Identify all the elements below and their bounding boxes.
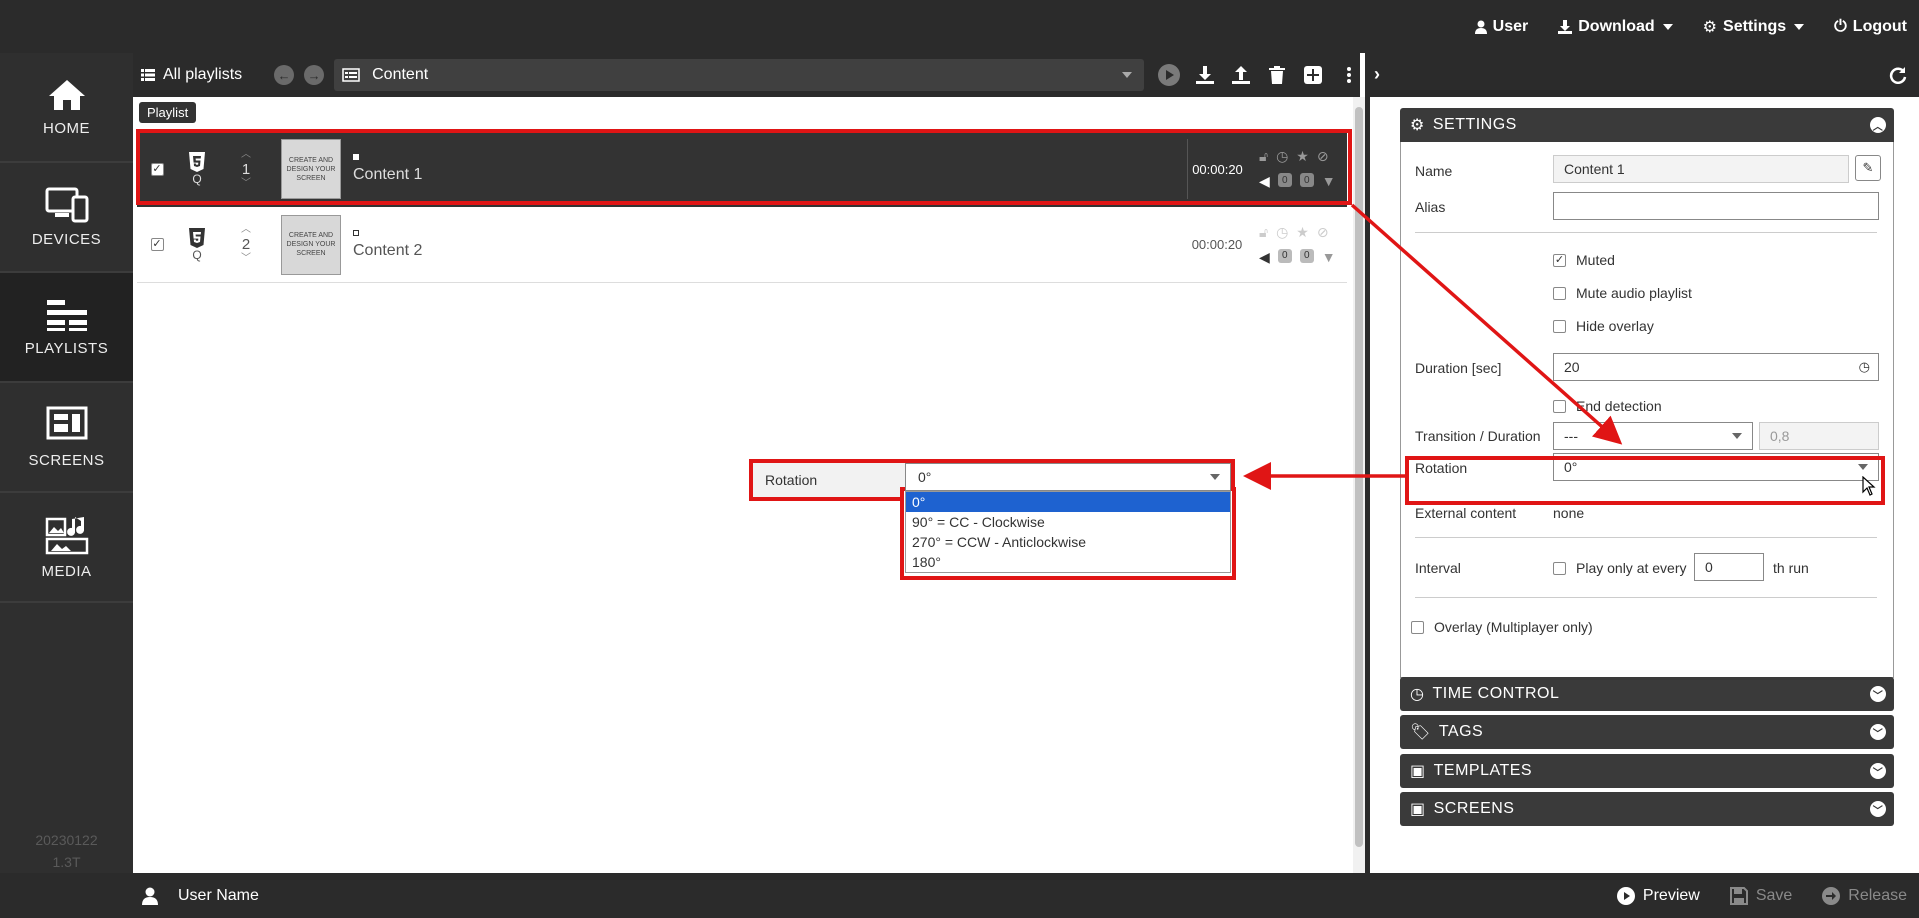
play-circle-icon [1616,886,1635,905]
release-label: Release [1848,886,1907,904]
bottom-bar: User Name Preview Save Release [0,873,1919,918]
release-button[interactable]: Release [1822,886,1907,905]
save-label: Save [1755,886,1793,904]
bottom-actions: Preview Save Release [1616,873,1907,918]
save-icon [1729,886,1748,905]
user-name: User Name [178,886,259,904]
arrow-circle-right-icon [1822,886,1841,905]
current-user: User Name [142,873,259,918]
preview-button[interactable]: Preview [1616,886,1700,905]
save-button[interactable]: Save [1729,886,1793,905]
user-icon [142,887,158,905]
annotation-arrow [1350,203,1623,445]
preview-label: Preview [1642,886,1700,904]
annotation-arrows [1243,203,1623,490]
